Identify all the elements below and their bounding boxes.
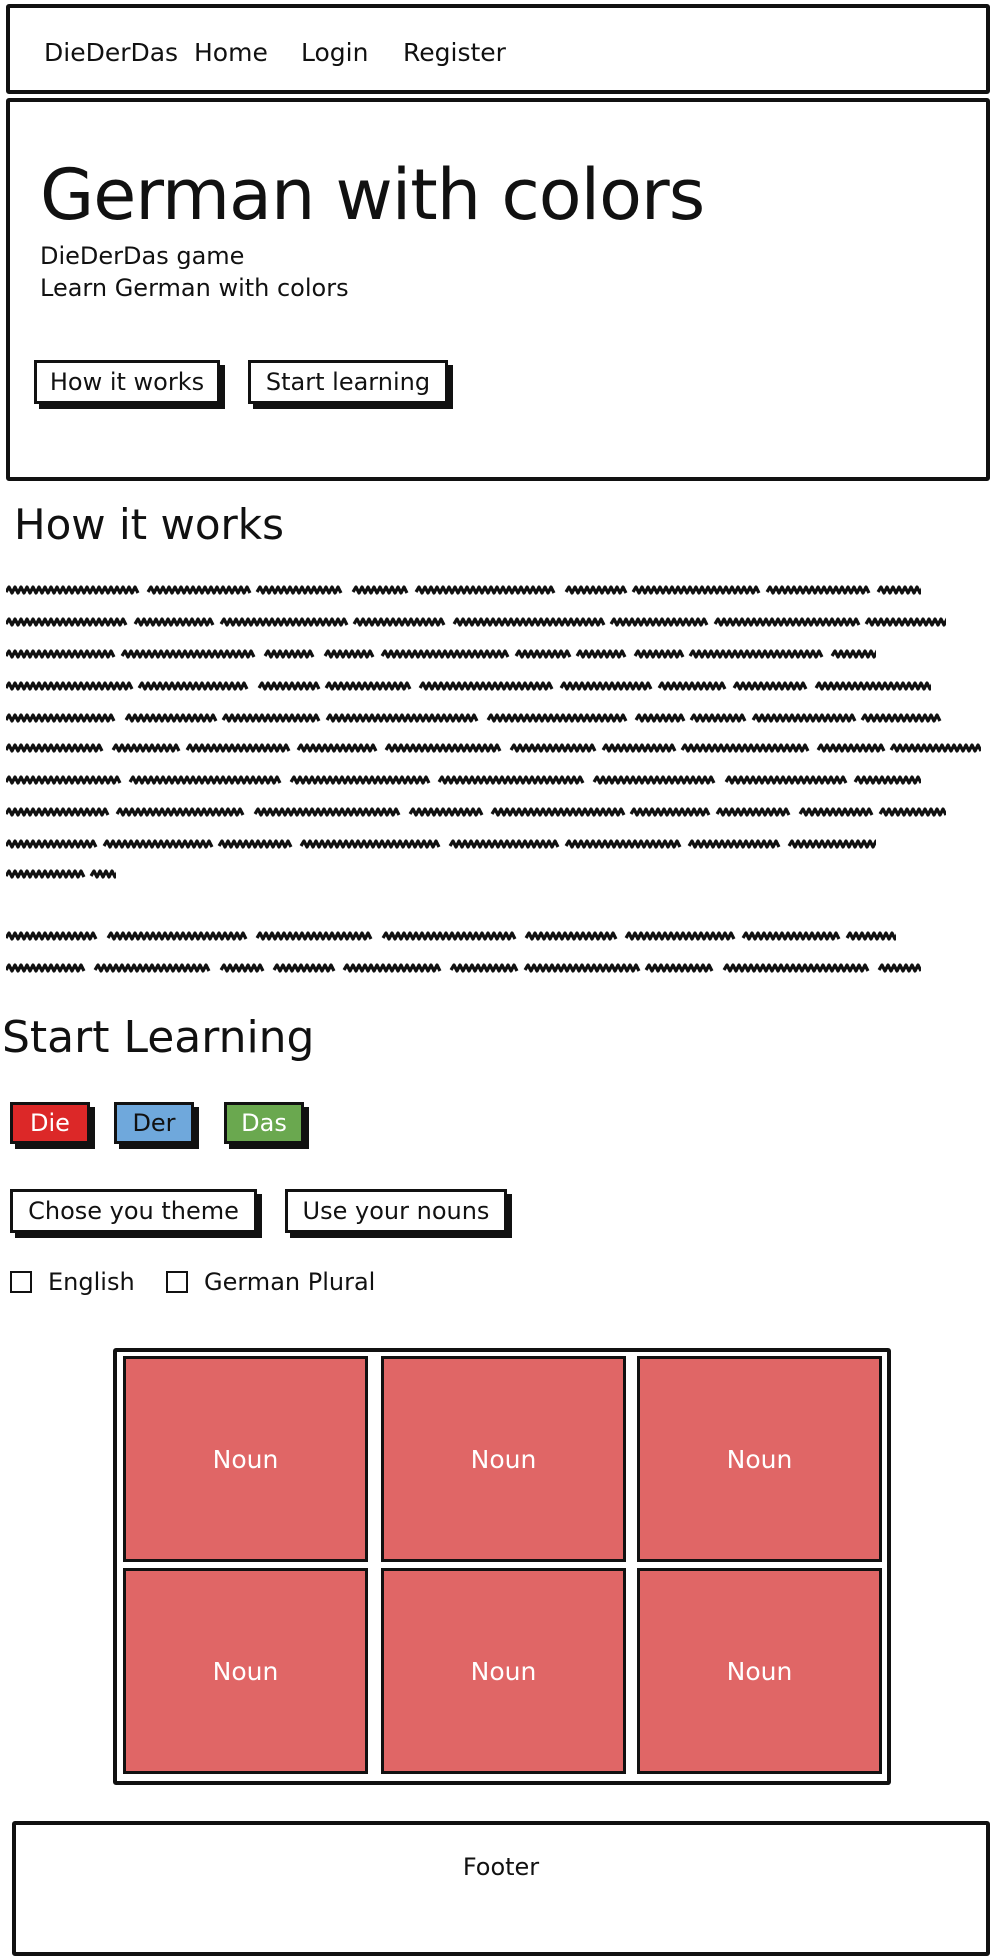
hero-tagline: Learn German with colors bbox=[40, 274, 349, 302]
how-it-works-heading: How it works bbox=[14, 500, 284, 549]
scribble-line bbox=[6, 648, 876, 660]
gender-das-button[interactable]: Das bbox=[224, 1102, 304, 1144]
scribble-line bbox=[6, 616, 946, 628]
english-checkbox[interactable]: English bbox=[10, 1268, 135, 1296]
start-learning-heading: Start Learning bbox=[2, 1012, 315, 1063]
scribble-line bbox=[6, 774, 921, 786]
navbar: DieDerDas Home Login Register bbox=[6, 4, 990, 94]
gender-der-button[interactable]: Der bbox=[114, 1102, 194, 1144]
scribble-line bbox=[6, 584, 921, 596]
noun-card[interactable]: Noun bbox=[637, 1356, 882, 1562]
scribble-line bbox=[6, 838, 876, 850]
choose-theme-button[interactable]: Chose you theme bbox=[10, 1189, 257, 1233]
noun-card[interactable]: Noun bbox=[123, 1568, 368, 1774]
checkbox-box[interactable] bbox=[166, 1271, 188, 1293]
scribble-line bbox=[6, 712, 961, 724]
scribble-line bbox=[6, 806, 946, 818]
hero-section: German with colors DieDerDas game Learn … bbox=[6, 98, 990, 481]
nav-link-register[interactable]: Register bbox=[403, 38, 506, 67]
scribble-line bbox=[6, 930, 896, 942]
gender-die-button[interactable]: Die bbox=[10, 1102, 90, 1144]
german-plural-checkbox-label: German Plural bbox=[204, 1268, 376, 1296]
scribble-line bbox=[6, 868, 116, 880]
noun-card[interactable]: Noun bbox=[123, 1356, 368, 1562]
noun-grid: Noun Noun Noun Noun Noun Noun bbox=[113, 1348, 891, 1785]
hero-subtitle: DieDerDas game bbox=[40, 242, 245, 270]
footer-label: Footer bbox=[462, 1853, 540, 1881]
noun-card[interactable]: Noun bbox=[381, 1356, 626, 1562]
brand-link[interactable]: DieDerDas bbox=[44, 38, 178, 67]
use-your-nouns-button[interactable]: Use your nouns bbox=[285, 1189, 507, 1233]
noun-card[interactable]: Noun bbox=[381, 1568, 626, 1774]
footer: Footer bbox=[12, 1821, 990, 1956]
english-checkbox-label: English bbox=[48, 1268, 135, 1296]
scribble-line bbox=[6, 742, 981, 754]
how-it-works-button[interactable]: How it works bbox=[34, 360, 220, 404]
hero-title: German with colors bbox=[40, 154, 705, 236]
german-plural-checkbox[interactable]: German Plural bbox=[166, 1268, 375, 1296]
start-learning-button[interactable]: Start learning bbox=[248, 360, 448, 404]
scribble-line bbox=[6, 680, 931, 692]
nav-link-login[interactable]: Login bbox=[301, 38, 368, 67]
scribble-line bbox=[6, 962, 921, 974]
noun-card[interactable]: Noun bbox=[637, 1568, 882, 1774]
nav-link-home[interactable]: Home bbox=[194, 38, 268, 67]
checkbox-box[interactable] bbox=[10, 1271, 32, 1293]
